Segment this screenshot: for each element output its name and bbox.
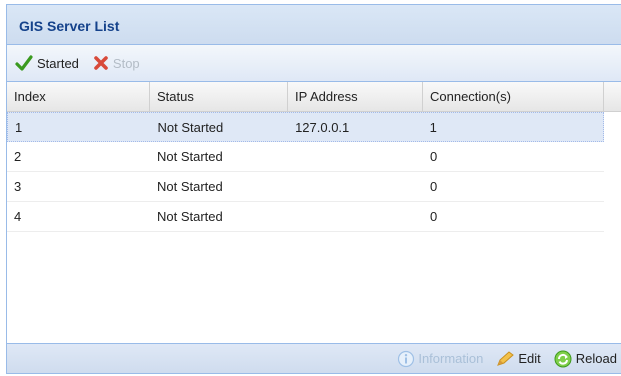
cell-ip-address — [288, 202, 423, 231]
grid-header: Index Status IP Address Connection(s) — [7, 82, 621, 112]
cell-index: 4 — [14, 209, 22, 224]
pencil-icon — [497, 350, 515, 366]
cell-status: Not Started — [157, 119, 224, 135]
cell-ip-address — [288, 142, 423, 171]
information-icon — [398, 350, 415, 367]
edit-button[interactable]: Edit — [495, 350, 541, 368]
edit-label: Edit — [518, 351, 541, 366]
cell-index: 2 — [14, 149, 22, 164]
panel-footer: Information Edit Reload — [7, 343, 621, 373]
column-header-status[interactable]: Status — [150, 82, 288, 111]
information-label: Information — [418, 351, 484, 366]
column-header-ip-address[interactable]: IP Address — [288, 82, 423, 111]
cell-connections: 0 — [430, 149, 438, 164]
grid-body: 1 Not Started 127.0.0.1 1 2 Not Started … — [7, 112, 621, 312]
stop-button[interactable]: Stop — [93, 55, 140, 71]
table-row[interactable]: 3 Not Started 0 — [7, 172, 604, 202]
toolbar: Started Stop — [7, 45, 621, 82]
cell-status: Not Started — [157, 149, 223, 164]
reload-button[interactable]: Reload — [553, 350, 617, 368]
reload-label: Reload — [575, 351, 617, 366]
stop-label: Stop — [112, 55, 140, 71]
checkmark-icon — [15, 55, 33, 71]
column-header-index[interactable]: Index — [7, 82, 150, 111]
x-icon — [94, 56, 108, 70]
cell-index: 3 — [14, 179, 22, 194]
started-button[interactable]: Started — [15, 55, 79, 71]
information-button[interactable]: Information — [397, 350, 483, 368]
cell-connections: 0 — [430, 179, 438, 194]
reload-icon — [554, 350, 572, 367]
cell-ip-address — [288, 172, 423, 201]
panel-title: GIS Server List — [7, 5, 621, 45]
table-row[interactable]: 4 Not Started 0 — [7, 202, 604, 232]
cell-connections: 0 — [430, 209, 438, 224]
cell-ip-address: 127.0.0.1 — [295, 119, 350, 135]
cell-connections: 1 — [429, 119, 437, 135]
gis-server-panel: GIS Server List Started Stop Index Statu… — [6, 4, 621, 374]
column-header-connections[interactable]: Connection(s) — [423, 82, 604, 111]
cell-index: 1 — [15, 119, 23, 135]
cell-status: Not Started — [157, 209, 223, 224]
table-row[interactable]: 2 Not Started 0 — [7, 142, 604, 172]
table-row[interactable]: 1 Not Started 127.0.0.1 1 — [7, 112, 604, 142]
started-label: Started — [37, 55, 79, 71]
column-header-filler — [604, 82, 621, 111]
cell-status: Not Started — [157, 179, 223, 194]
